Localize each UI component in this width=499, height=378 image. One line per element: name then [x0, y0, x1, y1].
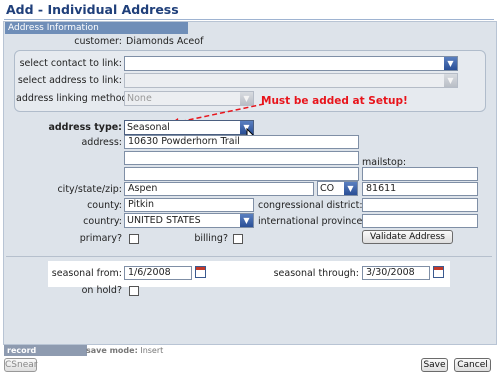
record-information-tab[interactable]: record information: [4, 345, 87, 366]
seasonal-through-label: seasonal through:: [273, 268, 359, 279]
select-contact-dropdown[interactable]: ▼: [124, 56, 458, 71]
primary-checkbox[interactable]: [129, 234, 139, 244]
linking-method-value: None: [127, 93, 152, 104]
seasonal-from-input[interactable]: 1/6/2008: [124, 266, 192, 280]
address-label: address:: [81, 137, 122, 148]
customer-value: Diamonds Aceof: [126, 36, 204, 47]
select-address-dropdown[interactable]: ▼: [124, 73, 458, 88]
seasonal-through-input[interactable]: 3/30/2008: [362, 266, 430, 280]
title-divider: [4, 19, 494, 20]
city-state-zip-label: city/state/zip:: [57, 184, 122, 195]
select-contact-label: select contact to link:: [19, 58, 122, 69]
address-type-label: address type:: [48, 122, 122, 133]
address-line2-input[interactable]: [124, 151, 359, 165]
city-input[interactable]: Aspen: [124, 182, 314, 196]
calendar-icon[interactable]: [433, 266, 444, 278]
customer-label: customer:: [74, 36, 122, 47]
calendar-icon[interactable]: [195, 266, 206, 278]
address-line1-input[interactable]: 10630 Powderhorn Trail: [124, 135, 359, 149]
mailstop-input[interactable]: [362, 167, 478, 181]
select-address-label: select address to link:: [17, 75, 122, 86]
primary-label: primary?: [79, 233, 122, 244]
billing-checkbox[interactable]: [233, 234, 243, 244]
cancel-button[interactable]: Cancel: [454, 358, 491, 372]
page-title: Add - Individual Address: [6, 2, 179, 17]
chevron-down-icon: ▼: [344, 182, 357, 195]
save-mode-status: save mode: Insert: [86, 346, 163, 355]
state-value: CO: [320, 183, 335, 194]
save-button[interactable]: Save: [421, 358, 448, 372]
linking-method-label: address linking method:: [16, 93, 131, 104]
international-province-input[interactable]: [362, 214, 478, 228]
chevron-down-icon: ▼: [240, 214, 253, 227]
form-divider: [6, 256, 492, 257]
county-label: county:: [87, 200, 122, 211]
setup-note: Must be added at Setup!: [261, 95, 408, 107]
on-hold-label: on hold?: [81, 285, 122, 296]
csnear-button[interactable]: CSnear: [4, 358, 37, 372]
international-province-label: international province:: [258, 216, 366, 227]
address-type-value: Seasonal: [127, 122, 170, 133]
save-mode-value: Insert: [140, 346, 164, 355]
section-header: Address Information: [5, 22, 188, 34]
chevron-down-icon: ▼: [444, 74, 457, 87]
on-hold-checkbox[interactable]: [129, 286, 139, 296]
address-type-dropdown[interactable]: Seasonal ▼: [124, 120, 254, 135]
seasonal-from-label: seasonal from:: [51, 268, 122, 279]
zip-input[interactable]: 81611: [362, 182, 478, 196]
chevron-down-icon: ▼: [444, 57, 457, 70]
congressional-district-input[interactable]: [362, 198, 478, 212]
congressional-district-label: congressional district:: [258, 200, 363, 211]
country-value: UNITED STATES: [127, 215, 201, 226]
address-line3-input[interactable]: [124, 167, 359, 181]
state-dropdown[interactable]: CO ▼: [317, 181, 358, 196]
country-dropdown[interactable]: UNITED STATES ▼: [124, 213, 254, 228]
county-input[interactable]: Pitkin: [124, 198, 254, 212]
billing-label: billing?: [194, 233, 228, 244]
validate-address-button[interactable]: Validate Address: [362, 230, 453, 244]
save-mode-label: save mode:: [86, 346, 138, 355]
country-label: country:: [83, 216, 122, 227]
